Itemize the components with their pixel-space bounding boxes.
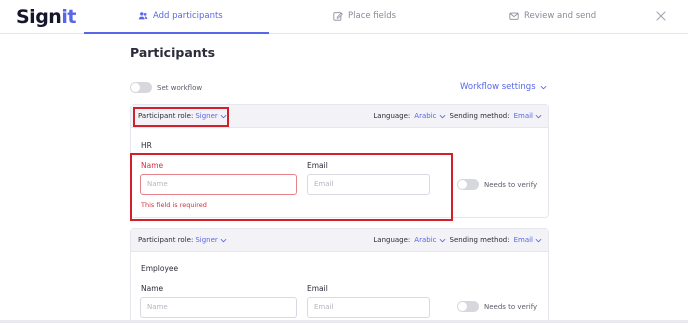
- participant-role-select[interactable]: Signer: [195, 236, 227, 244]
- step-label: Add participants: [153, 11, 223, 21]
- email-input[interactable]: Email: [307, 297, 430, 318]
- edit-icon: [333, 12, 343, 21]
- needs-verify-toggle[interactable]: [457, 179, 479, 190]
- step-add-participants[interactable]: Add participants: [138, 11, 223, 21]
- chevron-down-icon: [535, 238, 542, 242]
- role-highlight-box: [133, 107, 229, 127]
- users-icon: [138, 12, 148, 20]
- sending-method-select[interactable]: Email: [514, 112, 542, 120]
- participant-role-label: Participant role:: [138, 236, 194, 244]
- needs-verify-toggle[interactable]: [457, 301, 479, 312]
- app-logo: Signit: [16, 6, 76, 28]
- chevron-down-icon: [439, 238, 445, 242]
- step-label: Review and send: [524, 11, 597, 21]
- close-icon[interactable]: [655, 10, 667, 22]
- mail-icon: [509, 12, 519, 20]
- chevron-down-icon: [439, 114, 445, 118]
- language-label: Language:: [373, 112, 411, 120]
- name-field-label: Name: [141, 284, 164, 293]
- participant-role: Participant role: Signer: [138, 236, 227, 244]
- participant-card: Participant role: Signer Language: Arabi…: [130, 228, 549, 323]
- language-select[interactable]: Arabic: [414, 112, 445, 120]
- sending-method-select[interactable]: Email: [514, 236, 542, 244]
- participant-group-title: HR: [141, 141, 152, 150]
- workflow-settings-label: Workflow settings: [460, 82, 536, 92]
- language-label: Language:: [373, 236, 411, 244]
- chevron-down-icon: [540, 85, 547, 89]
- participant-card-header: Participant role: Signer Language: Arabi…: [131, 229, 548, 252]
- step-label: Place fields: [348, 11, 397, 21]
- set-workflow-row: Set workflow: [130, 82, 202, 93]
- top-bar: Signit Add participants Place fields Rev…: [0, 0, 688, 34]
- chevron-down-icon: [220, 238, 227, 242]
- set-workflow-label: Set workflow: [157, 83, 203, 92]
- page-title: Participants: [130, 45, 216, 60]
- participant-group-title: Employee: [141, 264, 179, 273]
- workflow-settings-button[interactable]: Workflow settings: [460, 82, 547, 92]
- name-input[interactable]: Name: [140, 297, 297, 318]
- fields-highlight-box: [130, 153, 453, 221]
- participant-settings: Language: Arabic Sending method: Email: [373, 236, 542, 244]
- email-field-label: Email: [307, 284, 328, 293]
- needs-verify-label: Needs to verify: [484, 180, 538, 189]
- sending-method-label: Sending method:: [449, 112, 510, 120]
- needs-verify-row: Needs to verify: [457, 179, 537, 190]
- step-review-and-send[interactable]: Review and send: [509, 11, 596, 21]
- language-select[interactable]: Arabic: [414, 236, 445, 244]
- needs-verify-row: Needs to verify: [457, 301, 537, 312]
- needs-verify-label: Needs to verify: [484, 302, 538, 311]
- sending-method-label: Sending method:: [449, 236, 510, 244]
- step-place-fields[interactable]: Place fields: [333, 11, 396, 21]
- set-workflow-toggle[interactable]: [130, 82, 152, 93]
- participant-settings: Language: Arabic Sending method: Email: [373, 112, 542, 120]
- active-step-indicator: [84, 32, 269, 34]
- chevron-down-icon: [535, 114, 542, 118]
